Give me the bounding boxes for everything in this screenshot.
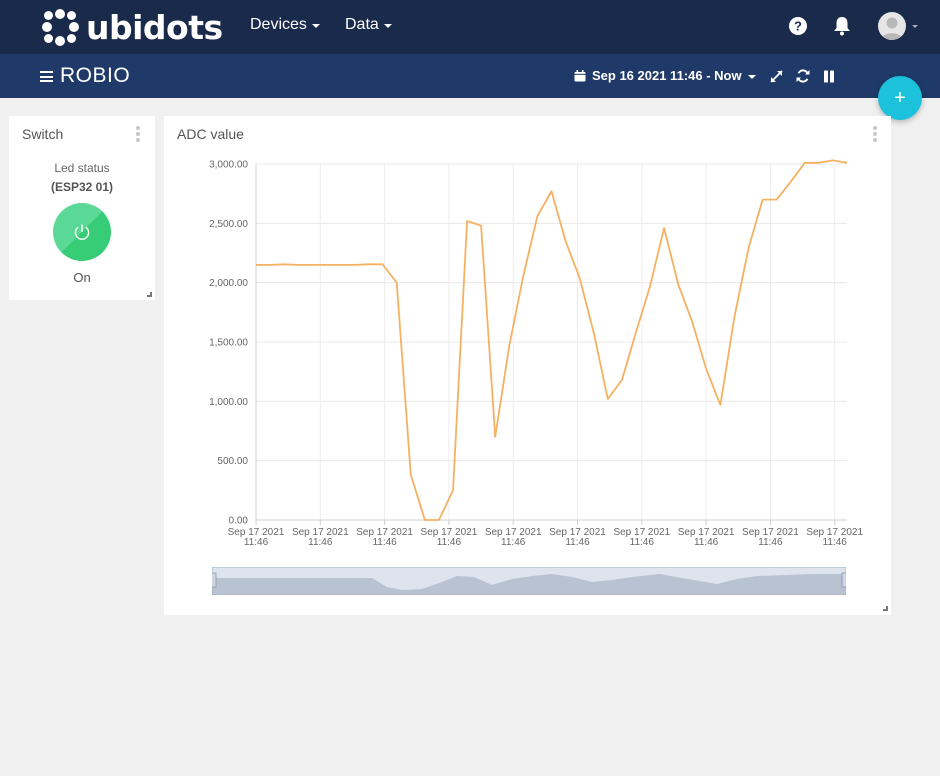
help-icon[interactable]: ? [786, 14, 810, 38]
x-tick-label: 11:46 [501, 537, 526, 548]
x-tick-label: 11:46 [565, 537, 590, 548]
svg-text:?: ? [794, 19, 802, 34]
series-line [256, 159, 848, 521]
resize-handle[interactable] [883, 606, 888, 611]
chevron-down-icon [383, 24, 392, 28]
y-tick-label: 2,000.00 [209, 278, 248, 289]
kebab-menu-icon[interactable] [136, 126, 140, 142]
x-tick-label: 11:46 [308, 537, 333, 548]
x-tick-label: 11:46 [758, 537, 783, 548]
chevron-down-icon [311, 24, 320, 28]
x-tick-label: 11:46 [630, 537, 655, 548]
switch-device-name: (ESP32 01) [50, 180, 114, 194]
x-tick-label: 11:46 [372, 537, 397, 548]
date-range-picker[interactable]: Sep 16 2021 11:46 - Now [574, 68, 756, 83]
nav-data-label: Data [345, 16, 379, 33]
power-icon [74, 224, 90, 240]
hamburger-menu-icon[interactable] [40, 71, 53, 82]
nav-devices[interactable]: Devices [250, 16, 320, 34]
date-range-label: Sep 16 2021 11:46 - Now [592, 68, 742, 83]
widget-title: ADC value [177, 126, 244, 142]
calendar-icon [574, 69, 586, 81]
adc-line-chart: 0.00 500.00 1,000.00 1,500.00 2,000.00 2,500.… [209, 159, 863, 549]
avatar-chevron-down-icon[interactable] [912, 25, 918, 28]
bell-icon[interactable] [830, 14, 854, 38]
switch-widget: Switch Led status (ESP32 01) On [9, 116, 155, 300]
chevron-down-icon [747, 74, 756, 79]
avatar[interactable] [878, 12, 906, 40]
led-switch-toggle[interactable] [53, 203, 111, 261]
resize-handle[interactable] [147, 292, 152, 297]
x-tick-label: 11:46 [244, 537, 269, 548]
pause-icon[interactable] [821, 68, 837, 84]
kebab-menu-icon[interactable] [873, 126, 877, 142]
add-widget-button[interactable]: + [878, 76, 922, 120]
y-tick-label: 1,500.00 [209, 338, 248, 349]
ubidots-logo[interactable]: ubidots [40, 6, 223, 48]
brand-name: ubidots [86, 7, 223, 47]
switch-state: On [73, 270, 91, 285]
widget-title: Switch [22, 126, 64, 142]
nav-data[interactable]: Data [345, 16, 392, 34]
y-tick-label: 3,000.00 [209, 160, 248, 171]
y-tick-label: 2,500.00 [209, 219, 248, 230]
y-tick-label: 1,000.00 [209, 397, 248, 408]
y-tick-label: 500.00 [217, 456, 248, 467]
x-tick-label: 11:46 [437, 537, 462, 548]
dashboard-title[interactable]: ROBIO [60, 64, 130, 88]
y-tick-label: 0.00 [229, 516, 249, 527]
expand-icon[interactable] [768, 68, 784, 84]
x-tick-label: 11:46 [823, 537, 848, 548]
switch-label: Led status [54, 161, 110, 175]
logo-mark-icon [40, 7, 80, 47]
nav-devices-label: Devices [250, 16, 307, 33]
x-tick-label: 11:46 [694, 537, 719, 548]
chart-navigator[interactable] [212, 567, 846, 595]
refresh-icon[interactable] [795, 68, 811, 84]
line-chart-widget: 0.00 500.00 1,000.00 1,500.00 2,000.00 2,500.… [164, 116, 891, 615]
